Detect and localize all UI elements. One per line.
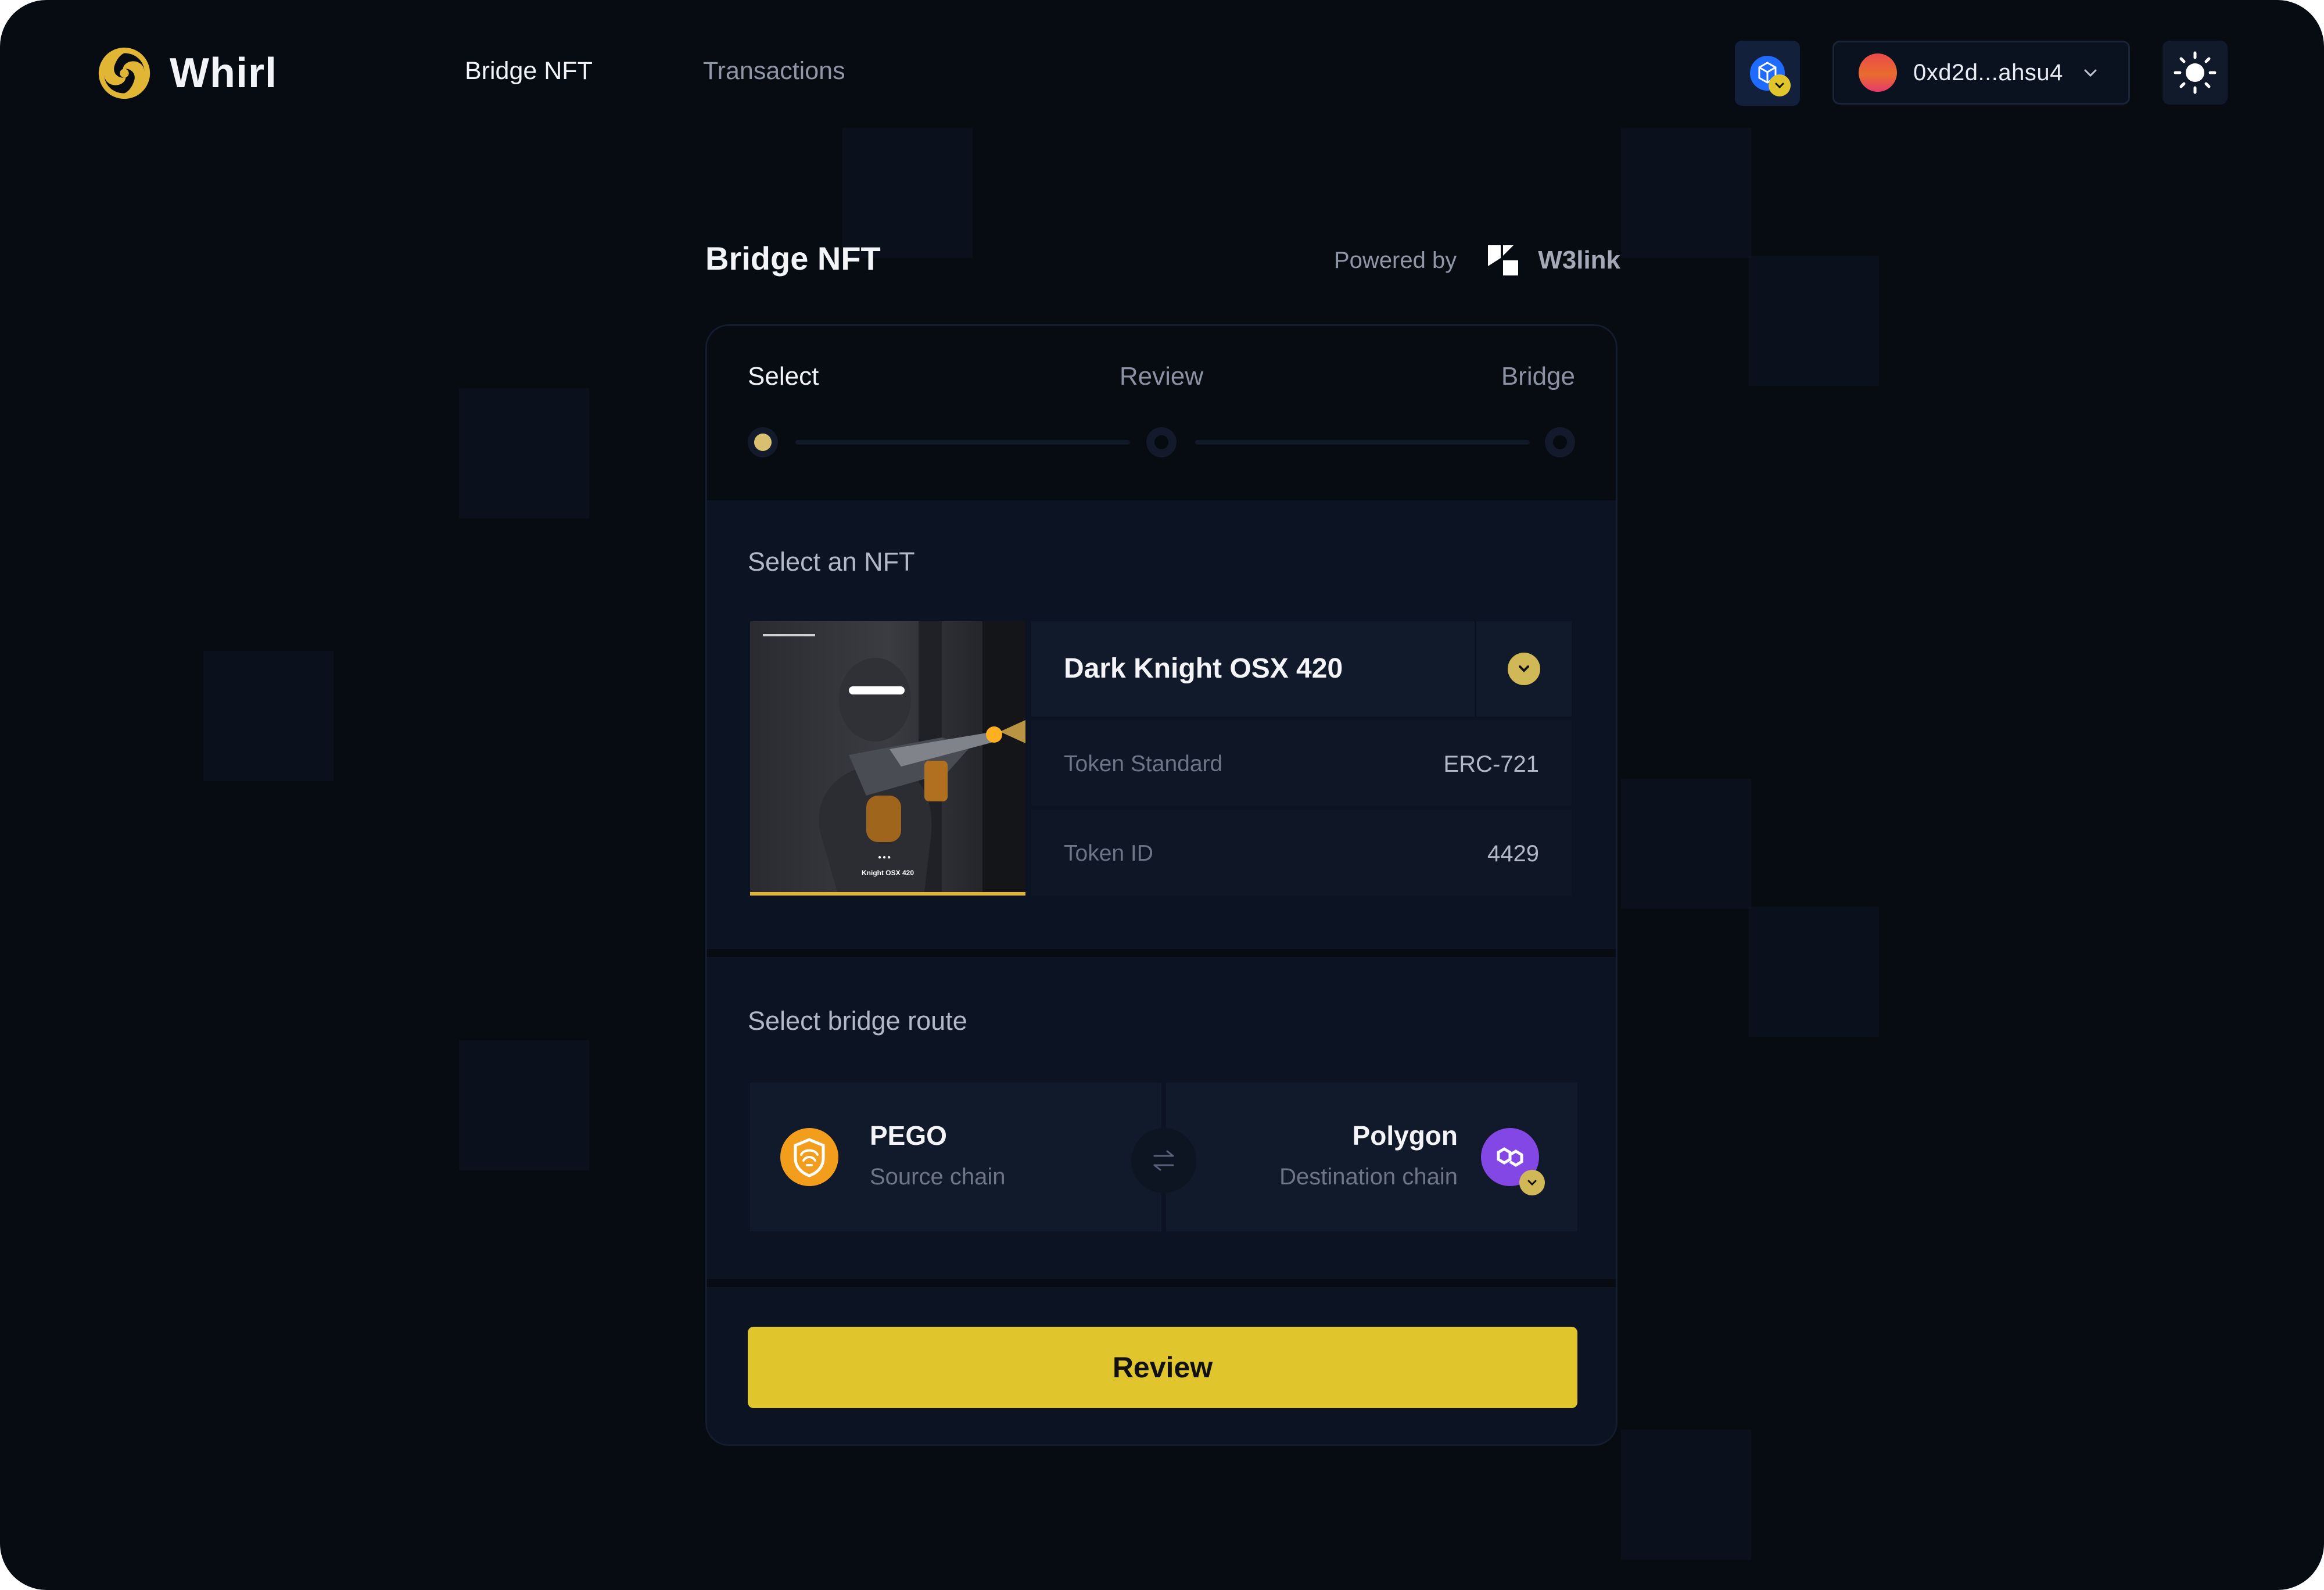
carousel-dots: ●●●	[878, 854, 892, 861]
wallet-button[interactable]: 0xd2d...ahsu4	[1832, 41, 2130, 105]
bridge-route-label: Select bridge route	[748, 1006, 967, 1036]
review-button[interactable]: Review	[748, 1327, 1577, 1408]
destination-chain-label: Destination chain	[1279, 1164, 1458, 1190]
nav-transactions[interactable]: Transactions	[703, 57, 845, 85]
w3link-logo-icon	[1488, 245, 1519, 275]
app-name: Whirl	[170, 50, 277, 96]
chevron-down-icon	[1508, 653, 1540, 685]
powered-by-brand: W3link	[1538, 246, 1621, 274]
step-node-review	[1146, 427, 1177, 457]
section-divider	[707, 1279, 1616, 1287]
bridge-card: Select Review Bridge Select an NFT ●●● K…	[705, 324, 1618, 1446]
token-id-row: Token ID 4429	[1031, 810, 1572, 896]
wallet-avatar	[1859, 53, 1897, 92]
app-window: Whirl Bridge NFT Transactions 0xd2d...ah…	[0, 0, 2324, 1590]
nft-selector: ●●● Knight OSX 420 Dark Knight OSX 420 T…	[750, 621, 1572, 896]
step-review-label: Review	[1119, 362, 1204, 391]
chevron-down-icon	[2084, 69, 2097, 77]
nft-name: Dark Knight OSX 420	[1064, 653, 1343, 684]
step-node-bridge	[1545, 427, 1575, 457]
whirl-logo-icon	[98, 47, 150, 99]
nft-image: ●●● Knight OSX 420	[750, 621, 1025, 896]
token-standard-value: ERC-721	[1443, 751, 1539, 777]
source-chain-name: PEGO	[870, 1120, 947, 1151]
pego-chain-icon	[780, 1128, 838, 1186]
nft-dropdown-toggle[interactable]	[1475, 621, 1572, 717]
source-chain-label: Source chain	[870, 1164, 1006, 1190]
step-bridge-label: Bridge	[1501, 362, 1575, 391]
brand-logo[interactable]: Whirl	[96, 45, 277, 101]
theme-toggle-button[interactable]	[2162, 41, 2228, 105]
nft-details: Dark Knight OSX 420 Token Standard ERC-7…	[1031, 621, 1572, 896]
wallet-address: 0xd2d...ahsu4	[1913, 59, 2063, 85]
nav-bridge-nft[interactable]: Bridge NFT	[465, 57, 593, 85]
token-id-label: Token ID	[1064, 841, 1153, 866]
source-chain-selector[interactable]: PEGO Source chain	[750, 1083, 1161, 1231]
swap-arrows-icon	[1153, 1150, 1174, 1171]
chevron-down-icon	[1769, 74, 1791, 96]
step-node-select	[748, 427, 778, 457]
token-id-value: 4429	[1487, 841, 1539, 866]
step-track	[795, 440, 1130, 445]
nft-dropdown[interactable]: Dark Knight OSX 420	[1031, 621, 1572, 717]
sun-icon	[2174, 51, 2217, 94]
token-standard-label: Token Standard	[1064, 751, 1223, 776]
destination-chain-name: Polygon	[1352, 1120, 1458, 1151]
select-nft-label: Select an NFT	[748, 547, 915, 576]
network-selector-button[interactable]	[1735, 41, 1800, 106]
chevron-down-icon	[1519, 1170, 1545, 1195]
powered-by: Powered by W3link	[1334, 243, 1620, 278]
powered-by-label: Powered by	[1334, 247, 1457, 273]
nft-image-caption: Knight OSX 420	[861, 869, 914, 877]
step-track	[1195, 440, 1530, 445]
swap-chains-button[interactable]	[1131, 1128, 1196, 1193]
stepper: Select Review Bridge	[707, 326, 1616, 500]
destination-chain-selector[interactable]: Polygon Destination chain	[1166, 1083, 1577, 1231]
token-standard-row: Token Standard ERC-721	[1031, 720, 1572, 806]
page-title: Bridge NFT	[705, 240, 881, 277]
nft-artwork	[750, 621, 1025, 892]
section-divider	[707, 949, 1616, 957]
